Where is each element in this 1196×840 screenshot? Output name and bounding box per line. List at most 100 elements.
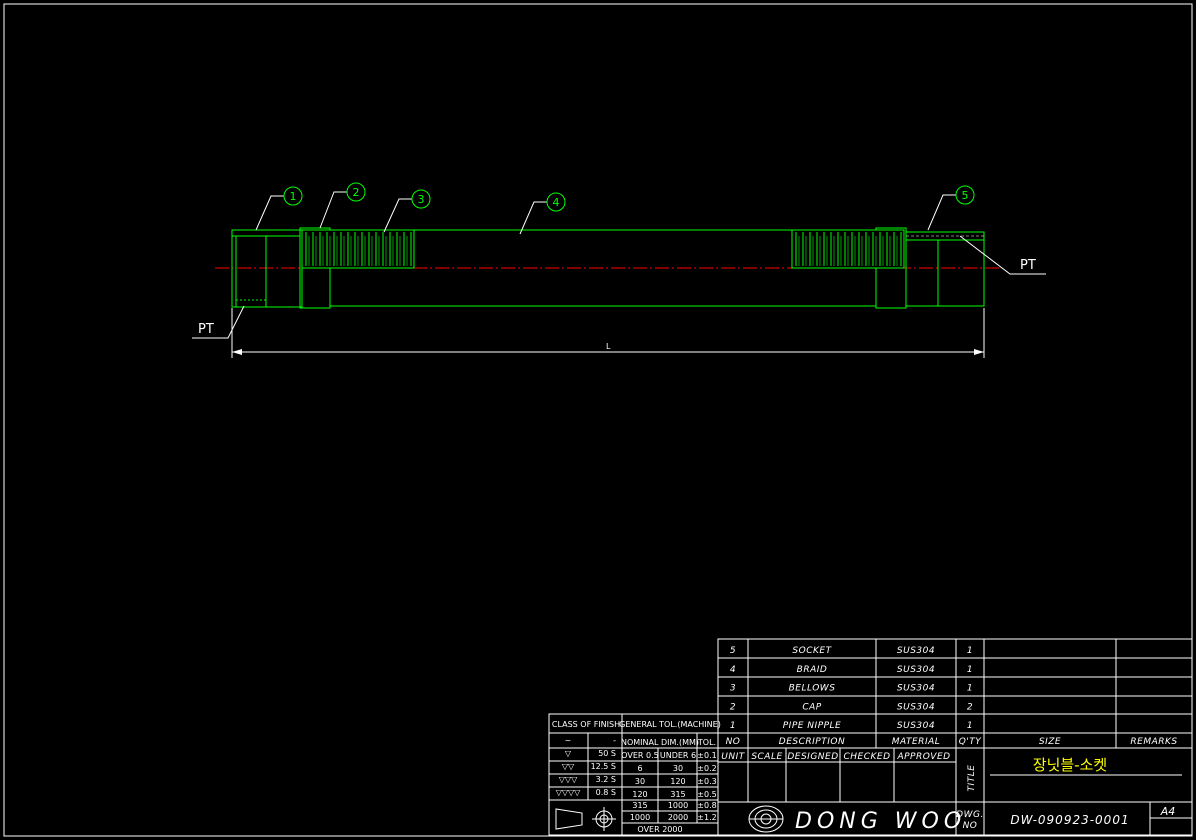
finish-tolerance-tables: CLASS OF FINISH GENERAL TOL.(MACHINE) NO… — [548, 713, 721, 836]
tolerance-cell: 120 — [632, 790, 647, 799]
balloon-label: 2 — [353, 186, 360, 199]
scale-label: SCALE — [751, 752, 782, 762]
tolerance-cell: ±0.5 — [697, 790, 716, 799]
finish-symbol: ▽▽▽▽ — [556, 788, 581, 797]
tolerance-row: 315 1000 ±0.8 — [632, 801, 716, 810]
designed-label: DESIGNED — [787, 752, 838, 762]
finish-value: 0.8 S — [596, 788, 616, 797]
tolerance-cell: ±0.1 — [697, 751, 716, 760]
tolerance-cell: 6 — [637, 764, 642, 773]
bom-header-remarks: REMARKS — [1130, 737, 1177, 747]
finish-symbol: ~ — [565, 736, 572, 745]
balloon-group: 1 2 3 4 5 — [255, 182, 975, 235]
tolerance-cell: OVER 0.5 — [621, 751, 659, 760]
bom-row: 2 CAP SUS304 2 — [730, 702, 973, 712]
checked-label: CHECKED — [843, 752, 890, 762]
bill-of-materials: 5 SOCKET SUS304 1 4 BRAID SUS304 1 3 BELLOWS SUS30… — [717, 638, 1193, 836]
bom-cell: 3 — [730, 684, 736, 694]
cad-drawing-canvas: 1 2 3 4 5 PT PT L 5 SOCKET SUS304 1 4 BRAID — [3, 3, 1193, 837]
length-dimension: L — [231, 308, 985, 358]
tol-header: TOL. — [697, 738, 716, 747]
bom-header-no: NO — [726, 737, 741, 747]
title-block: UNIT SCALE DESIGNED CHECKED APPROVED TIT… — [718, 748, 1192, 835]
bom-cell: SUS304 — [897, 665, 935, 675]
balloon-label: 3 — [418, 193, 425, 206]
tolerance-cell: ±1.2 — [697, 813, 716, 822]
bom-row: 1 PIPE NIPPLE SUS304 1 — [730, 721, 973, 731]
tolerance-cell: 30 — [673, 764, 683, 773]
tolerance-cell: 120 — [670, 777, 685, 786]
bom-cell: 5 — [730, 646, 736, 656]
finish-symbol: ▽▽ — [562, 762, 575, 771]
bom-cell: SUS304 — [897, 646, 935, 656]
title-label: TITLE — [967, 765, 977, 792]
bellows-left — [301, 229, 415, 269]
bom-cell: 1 — [967, 684, 973, 694]
bom-cell: 4 — [730, 665, 736, 675]
length-label: L — [606, 342, 611, 351]
tolerance-cell: UNDER 6 — [660, 751, 696, 760]
finish-value: 12.5 S — [591, 762, 616, 771]
bom-header-description: DESCRIPTION — [779, 737, 845, 747]
dwg-no-label-2: NO — [963, 821, 978, 831]
tolerance-cell: ±0.3 — [697, 777, 716, 786]
bellows-right — [791, 229, 905, 269]
pt-label-right: PT — [1020, 258, 1036, 273]
bom-cell: BRAID — [797, 665, 828, 675]
bom-cell: 1 — [967, 721, 973, 731]
sheet-size: A4 — [1160, 805, 1176, 818]
finish-header: CLASS OF FINISH — [552, 720, 620, 729]
bom-row: 5 SOCKET SUS304 1 — [730, 646, 973, 656]
approved-label: APPROVED — [896, 752, 950, 762]
tolerance-cell: 1000 — [630, 813, 650, 822]
finish-row: ~ - — [565, 736, 616, 745]
pt-label-left: PT — [198, 322, 214, 337]
bom-row: 3 BELLOWS SUS304 1 — [730, 684, 973, 694]
bom-cell: BELLOWS — [789, 684, 836, 694]
tolerance-cell: 30 — [635, 777, 645, 786]
finish-row: ▽ 50 S — [565, 749, 616, 758]
bom-header-qty: Q'TY — [959, 737, 983, 747]
finish-row: ▽▽▽ 3.2 S — [559, 775, 616, 784]
bom-cell: CAP — [802, 702, 821, 712]
unit-label: UNIT — [721, 752, 745, 762]
bom-cell: 1 — [967, 646, 973, 656]
bom-cell: SUS304 — [897, 684, 935, 694]
tolerance-row: 120 315 ±0.5 — [632, 790, 716, 799]
socket — [905, 231, 985, 307]
tolerance-row: 30 120 ±0.3 — [635, 777, 717, 786]
finish-value: 3.2 S — [596, 775, 616, 784]
nominal-dim-header: NOMINAL DIM.(MM) — [621, 738, 699, 747]
tolerance-cell: 1000 — [668, 801, 688, 810]
company-name: DONG WOO — [795, 809, 966, 834]
tolerance-cell: 2000 — [668, 813, 688, 822]
dong-woo-logo-icon — [748, 805, 784, 833]
bom-cell: SUS304 — [897, 702, 935, 712]
balloon-label: 1 — [290, 190, 297, 203]
finish-row: ▽▽▽▽ 0.8 S — [556, 788, 616, 797]
tol-last-row: OVER 2000 — [637, 825, 682, 834]
balloon-label: 5 — [962, 189, 969, 202]
balloon-label: 4 — [553, 196, 560, 209]
dwg-no-label-1: DWG. — [956, 810, 984, 820]
tolerance-row: 1000 2000 ±1.2 — [630, 813, 717, 822]
tolerance-row: OVER 0.5 UNDER 6 ±0.1 — [621, 751, 716, 760]
bom-cell: 1 — [967, 665, 973, 675]
finish-value: - — [613, 736, 616, 745]
bom-cell: 1 — [730, 721, 736, 731]
hose-assembly: 1 2 3 4 5 PT PT L — [192, 182, 1046, 358]
bom-cell: 2 — [730, 702, 736, 712]
drawing-frame — [3, 3, 1193, 837]
bom-cell: 2 — [967, 702, 973, 712]
tolerance-header: GENERAL TOL.(MACHINE) — [619, 720, 721, 729]
bom-header-material: MATERIAL — [892, 737, 941, 747]
tolerance-cell: 315 — [632, 801, 647, 810]
bom-cell: SUS304 — [897, 721, 935, 731]
drawing-number: DW-090923-0001 — [1010, 813, 1129, 827]
finish-symbol: ▽ — [565, 749, 572, 758]
third-angle-projection-icon — [555, 807, 616, 831]
tolerance-cell: ±0.8 — [697, 801, 716, 810]
drawing-title: 장닛블-소켓 — [1033, 756, 1107, 774]
bom-row: 4 BRAID SUS304 1 — [730, 665, 973, 675]
bom-cell: PIPE NIPPLE — [783, 721, 842, 731]
